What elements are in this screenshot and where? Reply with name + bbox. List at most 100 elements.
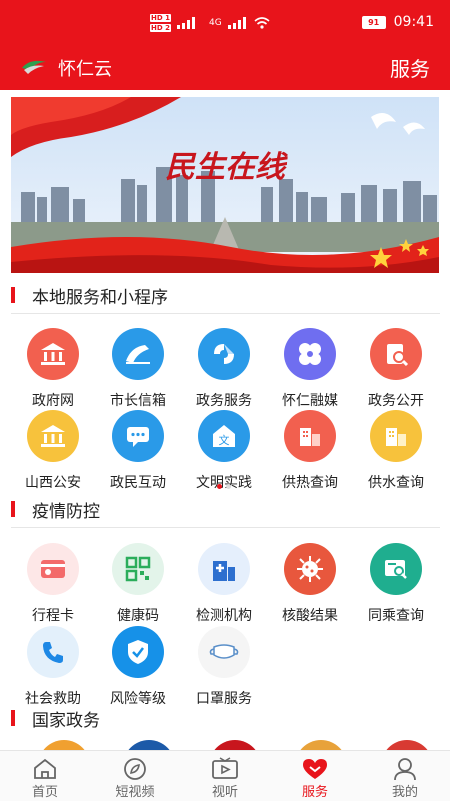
service-label: 供水查询 — [368, 475, 424, 491]
service-label: 核酸结果 — [282, 608, 338, 624]
media-icon — [284, 328, 336, 380]
section-accent-bar — [11, 287, 15, 303]
same-trip-icon — [370, 543, 422, 595]
service-huairen-media[interactable]: 怀仁融媒 — [269, 328, 351, 410]
service-mayor-mailbox[interactable]: 市长信箱 — [97, 328, 179, 410]
heart-icon — [303, 759, 327, 779]
section-epidemic: 疫情防控 — [0, 494, 450, 526]
nav-services[interactable]: 服务 — [270, 751, 360, 801]
service-label: 怀仁融媒 — [282, 393, 338, 409]
divider — [11, 313, 440, 314]
page-dot — [226, 484, 231, 489]
promo-banner[interactable]: 民生在线 — [11, 97, 439, 273]
network-label: 4G — [208, 18, 222, 28]
virus-icon — [284, 543, 336, 595]
page-dot-active — [217, 484, 222, 489]
signal-indicators: HD 1 HD 2 4G — [150, 14, 270, 32]
service-label: 政民互动 — [110, 475, 166, 491]
service-civilization-practice[interactable]: 文 文明实践 — [183, 410, 265, 492]
service-same-trip-query[interactable]: 同乘查询 — [355, 543, 437, 625]
national-emblem-icon — [209, 740, 261, 750]
government-building-icon — [27, 328, 79, 380]
section-accent-bar — [11, 710, 15, 726]
status-bar: HD 1 HD 2 4G 91 09:41 — [0, 0, 450, 44]
police-icon — [27, 410, 79, 462]
user-icon — [394, 758, 416, 781]
banner-title: 民生在线 — [165, 150, 289, 185]
signal-icon — [227, 17, 246, 29]
clock: 09:41 — [393, 14, 434, 30]
phone-icon — [27, 626, 79, 678]
shield-icon — [112, 626, 164, 678]
service-risk-level[interactable]: 风险等级 — [97, 626, 179, 708]
page-indicator — [217, 484, 231, 489]
service-government-affairs[interactable]: 政务服务 — [183, 328, 265, 410]
nav-mine[interactable]: 我的 — [360, 751, 450, 801]
national-items-peek — [0, 738, 450, 750]
national-emblem-icon — [38, 740, 90, 750]
civilization-icon: 文 — [198, 410, 250, 462]
section-title: 疫情防控 — [32, 502, 100, 522]
nav-label: 服务 — [301, 785, 328, 800]
svg-text:文: 文 — [219, 433, 230, 447]
section-local-services: 本地服务和小程序 — [0, 280, 450, 312]
service-label: 政务公开 — [368, 393, 424, 409]
service-health-code[interactable]: 健康码 — [97, 543, 179, 625]
service-mask-service[interactable]: 口罩服务 — [183, 626, 265, 708]
divider — [11, 527, 440, 528]
travel-card-icon — [27, 543, 79, 595]
national-badge-icon — [295, 740, 347, 750]
service-label: 文明实践 — [196, 475, 252, 491]
section-accent-bar — [11, 501, 15, 517]
service-social-assistance[interactable]: 社会救助 — [12, 626, 94, 708]
compass-icon — [124, 758, 146, 780]
service-label: 政务服务 — [196, 393, 252, 409]
service-shanxi-police[interactable]: 山西公安 — [12, 410, 94, 492]
nav-label: 视听 — [211, 785, 238, 800]
app-name: 怀仁云 — [58, 59, 112, 80]
section-national: 国家政务 — [0, 703, 450, 735]
government-service-icon — [198, 328, 250, 380]
water-icon — [370, 410, 422, 462]
service-label: 同乘查询 — [368, 608, 424, 624]
national-service-icon — [123, 740, 175, 750]
service-label: 市长信箱 — [110, 393, 166, 409]
service-water-query[interactable]: 供水查询 — [355, 410, 437, 492]
service-label: 供热查询 — [282, 475, 338, 491]
service-heating-query[interactable]: 供热查询 — [269, 410, 351, 492]
public-affairs-icon — [370, 328, 422, 380]
service-government-site[interactable]: 政府网 — [12, 328, 94, 410]
home-icon — [34, 758, 56, 779]
nav-label: 我的 — [391, 785, 418, 800]
page-title: 服务 — [390, 57, 430, 81]
app-header: 怀仁云 服务 — [0, 44, 450, 90]
service-label: 政府网 — [32, 393, 74, 409]
service-citizen-interaction[interactable]: 政民互动 — [97, 410, 179, 492]
tv-icon — [212, 757, 238, 779]
service-public-affairs[interactable]: 政务公开 — [355, 328, 437, 410]
wifi-icon — [254, 17, 270, 29]
chat-icon — [112, 410, 164, 462]
section-title: 国家政务 — [32, 711, 100, 731]
service-label: 行程卡 — [32, 608, 74, 624]
nav-short-video[interactable]: 短视频 — [90, 751, 180, 801]
bottom-navigation: 首页 短视频 视听 服务 我的 — [0, 750, 450, 801]
service-nucleic-result[interactable]: 核酸结果 — [269, 543, 351, 625]
battery-icon: 91 — [361, 15, 386, 29]
nav-label: 首页 — [31, 785, 58, 800]
heating-icon — [284, 410, 336, 462]
national-badge-icon — [381, 740, 433, 750]
service-label: 检测机构 — [196, 608, 252, 624]
nav-audiovisual[interactable]: 视听 — [180, 751, 270, 801]
qr-code-icon — [112, 543, 164, 595]
service-travel-card[interactable]: 行程卡 — [12, 543, 94, 625]
nav-home[interactable]: 首页 — [0, 751, 90, 801]
signal-icon — [176, 17, 195, 29]
service-label: 健康码 — [117, 608, 159, 624]
banner-city-image: 民生在线 — [11, 97, 439, 273]
nav-label: 短视频 — [115, 785, 155, 800]
service-testing-site[interactable]: 检测机构 — [183, 543, 265, 625]
section-title: 本地服务和小程序 — [32, 288, 168, 308]
service-label: 山西公安 — [25, 475, 81, 491]
mailbox-icon — [112, 328, 164, 380]
